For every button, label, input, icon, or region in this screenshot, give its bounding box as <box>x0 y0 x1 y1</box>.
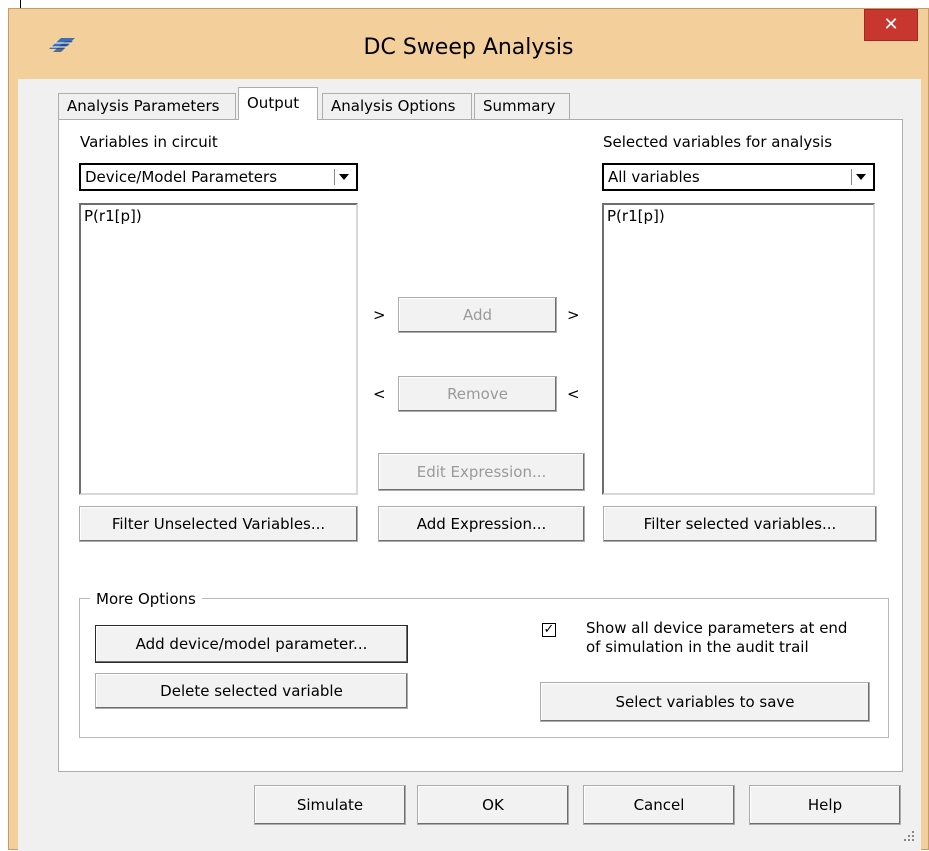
remove-left-arrow: < <box>373 385 386 403</box>
tab-summary[interactable]: Summary <box>474 93 570 119</box>
tab-analysis-parameters[interactable]: Analysis Parameters <box>58 93 236 119</box>
list-item[interactable]: P(r1[p]) <box>607 207 870 225</box>
filter-unselected-button[interactable]: Filter Unselected Variables... <box>79 506 358 542</box>
selected-variables-label: Selected variables for analysis <box>603 133 833 151</box>
chevron-down-icon[interactable] <box>851 169 870 185</box>
close-button[interactable]: ✕ <box>864 9 918 41</box>
selected-variables-value: All variables <box>608 168 700 186</box>
chevron-down-icon[interactable] <box>334 169 353 185</box>
tab-output[interactable]: Output <box>238 87 318 120</box>
selected-variables-list[interactable]: P(r1[p]) <box>602 203 875 495</box>
delete-selected-variable-button[interactable]: Delete selected variable <box>95 673 408 709</box>
variables-in-circuit-label: Variables in circuit <box>80 133 218 151</box>
add-button[interactable]: Add <box>398 297 557 333</box>
add-device-parameter-button[interactable]: Add device/model parameter... <box>95 625 408 663</box>
selected-variables-dropdown[interactable]: All variables <box>602 163 875 191</box>
tab-analysis-options[interactable]: Analysis Options <box>322 93 472 119</box>
circuit-variables-list[interactable]: P(r1[p]) <box>79 203 358 495</box>
variables-type-dropdown[interactable]: Device/Model Parameters <box>79 163 358 191</box>
ok-button[interactable]: OK <box>417 785 569 825</box>
select-variables-to-save-button[interactable]: Select variables to save <box>540 682 870 722</box>
simulate-button[interactable]: Simulate <box>254 785 406 825</box>
resize-grip-icon[interactable] <box>903 830 915 842</box>
variables-type-value: Device/Model Parameters <box>85 168 278 186</box>
remove-right-arrow: < <box>567 385 580 403</box>
filter-selected-button[interactable]: Filter selected variables... <box>603 506 877 542</box>
help-button[interactable]: Help <box>749 785 901 825</box>
title-bar[interactable]: DC Sweep Analysis ✕ <box>9 9 928 79</box>
add-right-arrow: > <box>567 306 580 324</box>
show-params-checkbox[interactable]: ✓ <box>542 623 556 637</box>
show-params-line2: of simulation in the audit trail <box>586 638 809 656</box>
edit-expression-button[interactable]: Edit Expression... <box>378 453 585 491</box>
remove-button[interactable]: Remove <box>398 376 557 412</box>
show-params-line1: Show all device parameters at end <box>586 619 848 637</box>
window-title: DC Sweep Analysis <box>363 35 574 60</box>
more-options-legend: More Options <box>90 590 202 608</box>
cancel-button[interactable]: Cancel <box>583 785 735 825</box>
show-params-label[interactable]: Show all device parameters at end of sim… <box>586 619 847 657</box>
add-left-arrow: > <box>373 306 386 324</box>
add-expression-button[interactable]: Add Expression... <box>378 506 585 542</box>
list-item[interactable]: P(r1[p]) <box>84 207 353 225</box>
